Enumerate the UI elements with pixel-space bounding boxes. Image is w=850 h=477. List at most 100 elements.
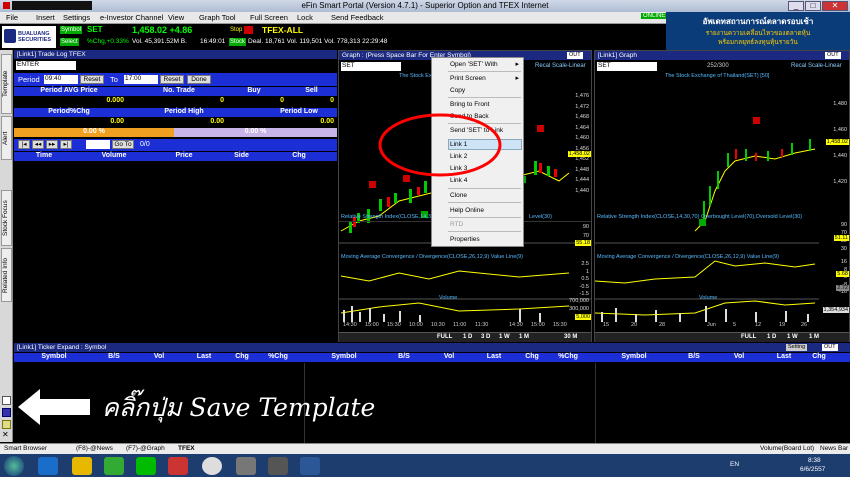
menu-copy[interactable]: Copy <box>450 87 465 94</box>
graph1-volume-axis: 700,000 300,000 <box>569 298 589 312</box>
start-button[interactable] <box>4 456 24 476</box>
word-icon[interactable] <box>300 457 320 475</box>
graph2-1d-button[interactable]: 1 D <box>767 334 776 340</box>
graph2-1m-button[interactable]: 1 M <box>809 334 819 340</box>
goto-button[interactable]: Go To <box>112 140 134 149</box>
line-icon[interactable] <box>136 457 156 475</box>
last-page-icon[interactable]: ▸| <box>60 140 72 149</box>
graph1-recal[interactable]: Recal Scale-Linear <box>535 63 586 69</box>
graph1-30m-button[interactable]: 30 M <box>564 334 577 340</box>
tab-template[interactable]: Template <box>1 54 12 114</box>
ticker-col-last-3: Last <box>776 353 792 360</box>
save-template-icon[interactable] <box>2 408 11 417</box>
graph1-rsi-tail: Level(30) <box>529 214 552 220</box>
graph1-volume-bars <box>339 302 561 322</box>
menu-bring-to-front[interactable]: Bring to Front <box>450 101 489 108</box>
menu-view[interactable]: View <box>168 13 184 22</box>
menu-graph-tool[interactable]: Graph Tool <box>199 13 236 22</box>
menu-file[interactable]: File <box>6 13 18 22</box>
ticker-col-bs-3: B/S <box>688 353 700 360</box>
graph1-symbol-select[interactable]: SET <box>341 62 401 71</box>
ticker-col-symbol-3: Symbol <box>621 353 647 360</box>
tab-related-info[interactable]: Related Info <box>1 248 12 302</box>
app-icon[interactable] <box>236 457 256 475</box>
new-icon[interactable] <box>2 396 11 405</box>
tab-news[interactable]: (F8)-@News <box>76 445 113 452</box>
period-from-input[interactable]: 09:40 <box>44 75 78 84</box>
graph1-3d-button[interactable]: 3 D <box>481 334 490 340</box>
menu-settings[interactable]: Settings <box>63 13 90 22</box>
graph2-symbol-select[interactable]: SET <box>597 62 657 71</box>
prev-page-icon[interactable]: ◂◂ <box>32 140 44 149</box>
window-title: eFin Smart Portal (Version 4.7.1) - Supe… <box>301 1 549 10</box>
trade-log-columns: Time Volume Price Side Chg <box>14 152 337 161</box>
ticker-setting-button[interactable]: Setting <box>786 344 808 351</box>
graph1-full-button[interactable]: FULL <box>437 334 452 340</box>
volume-board-lot[interactable]: Volume(Board Lot) <box>760 445 814 452</box>
open-template-icon[interactable] <box>2 420 11 429</box>
reset-from-button[interactable]: Reset <box>80 75 104 84</box>
graph2-recal[interactable]: Recal Scale-Linear <box>791 63 842 69</box>
explorer-icon[interactable] <box>72 457 92 475</box>
maximize-button[interactable]: □ <box>805 1 821 11</box>
tab-graph[interactable]: (F7)-@Graph <box>126 445 165 452</box>
tab-tfex[interactable]: TFEX <box>178 445 195 452</box>
tab-smart-browser[interactable]: Smart Browser <box>4 445 47 452</box>
menu-e-investor[interactable]: e-Investor Channel <box>100 13 163 22</box>
graph1-out-button[interactable]: OUT <box>567 52 583 59</box>
ticker-col-chg: Chg <box>235 353 249 360</box>
language-indicator[interactable]: EN <box>730 461 739 468</box>
page-input[interactable] <box>86 140 110 149</box>
graph2-1w-button[interactable]: 1 W <box>787 334 798 340</box>
stock-tag: Stock <box>229 38 247 46</box>
menu-insert[interactable]: Insert <box>36 13 55 22</box>
menu-send-feedback[interactable]: Send Feedback <box>331 13 384 22</box>
ticker-col-symbol: Symbol <box>41 353 67 360</box>
first-page-icon[interactable]: |◂ <box>18 140 30 149</box>
ticker-col-chg-3: Chg <box>812 353 826 360</box>
graph1-1m-button[interactable]: 1 M <box>519 334 529 340</box>
ticker-out-button[interactable]: OUT <box>822 344 838 351</box>
graph1-1w-button[interactable]: 1 W <box>499 334 510 340</box>
photo-icon[interactable] <box>268 457 288 475</box>
summary-header-2: Period%Chg Period High Period Low <box>14 108 337 117</box>
ad-banner[interactable]: อัพเดทสถานการณ์ตลาดรอบเช้า รายงานความเคล… <box>666 12 850 50</box>
title-bar: eFin Smart Portal (Version 4.7.1) - Supe… <box>0 0 850 12</box>
done-button[interactable]: Done <box>187 75 211 84</box>
menu-clone[interactable]: Clone <box>450 192 467 199</box>
news-bar[interactable]: News Bar <box>820 445 848 452</box>
menu-print-screen[interactable]: Print Screen <box>450 75 486 82</box>
clock-time[interactable]: 8:38 <box>808 457 821 464</box>
next-page-icon[interactable]: ▸▸ <box>46 140 58 149</box>
minimize-button[interactable]: _ <box>788 1 804 11</box>
pct-change: %Chg,+0.33% <box>87 38 129 45</box>
menu-help-online[interactable]: Help Online <box>450 207 484 214</box>
graph2-full-button[interactable]: FULL <box>741 334 756 340</box>
ticker-col-pctchg-2: %Chg <box>558 353 578 360</box>
period-to-input[interactable]: 17:00 <box>124 75 158 84</box>
menu-properties[interactable]: Properties <box>450 236 480 243</box>
time-label: 16:49:01 <box>200 38 226 45</box>
efin-icon[interactable] <box>168 457 188 475</box>
symbol-name: SET <box>87 25 103 34</box>
enter-select[interactable]: ENTER <box>16 61 76 70</box>
menu-full-screen[interactable]: Full Screen <box>250 13 288 22</box>
ie-icon[interactable] <box>38 457 58 475</box>
graph2-out-button[interactable]: OUT <box>825 52 841 59</box>
clock-date[interactable]: 6/6/2557 <box>800 466 825 473</box>
page-count: 0/0 <box>140 141 150 148</box>
delete-icon[interactable]: ✕ <box>2 431 11 440</box>
graph1-macd-axis: 2.5 1 0.5 -0.5 -1.5 <box>579 261 589 297</box>
tab-stock-focus[interactable]: Stock Focus <box>1 190 12 246</box>
ticker-col-vol-2: Vol <box>443 353 455 360</box>
deal-info: Deal. 18,761 Vol. 119,501 Vol. 778,313 2… <box>248 38 388 45</box>
tab-alert[interactable]: Alert <box>1 116 12 160</box>
close-button[interactable]: ✕ <box>822 1 848 11</box>
chrome-icon[interactable] <box>202 457 222 475</box>
menu-lock[interactable]: Lock <box>297 13 313 22</box>
graph1-1d-button[interactable]: 1 D <box>463 334 472 340</box>
media-icon[interactable] <box>104 457 124 475</box>
menu-open-with[interactable]: Open 'SET' With <box>450 61 498 68</box>
buy-label: Buy <box>247 87 261 94</box>
reset-to-button[interactable]: Reset <box>160 75 184 84</box>
